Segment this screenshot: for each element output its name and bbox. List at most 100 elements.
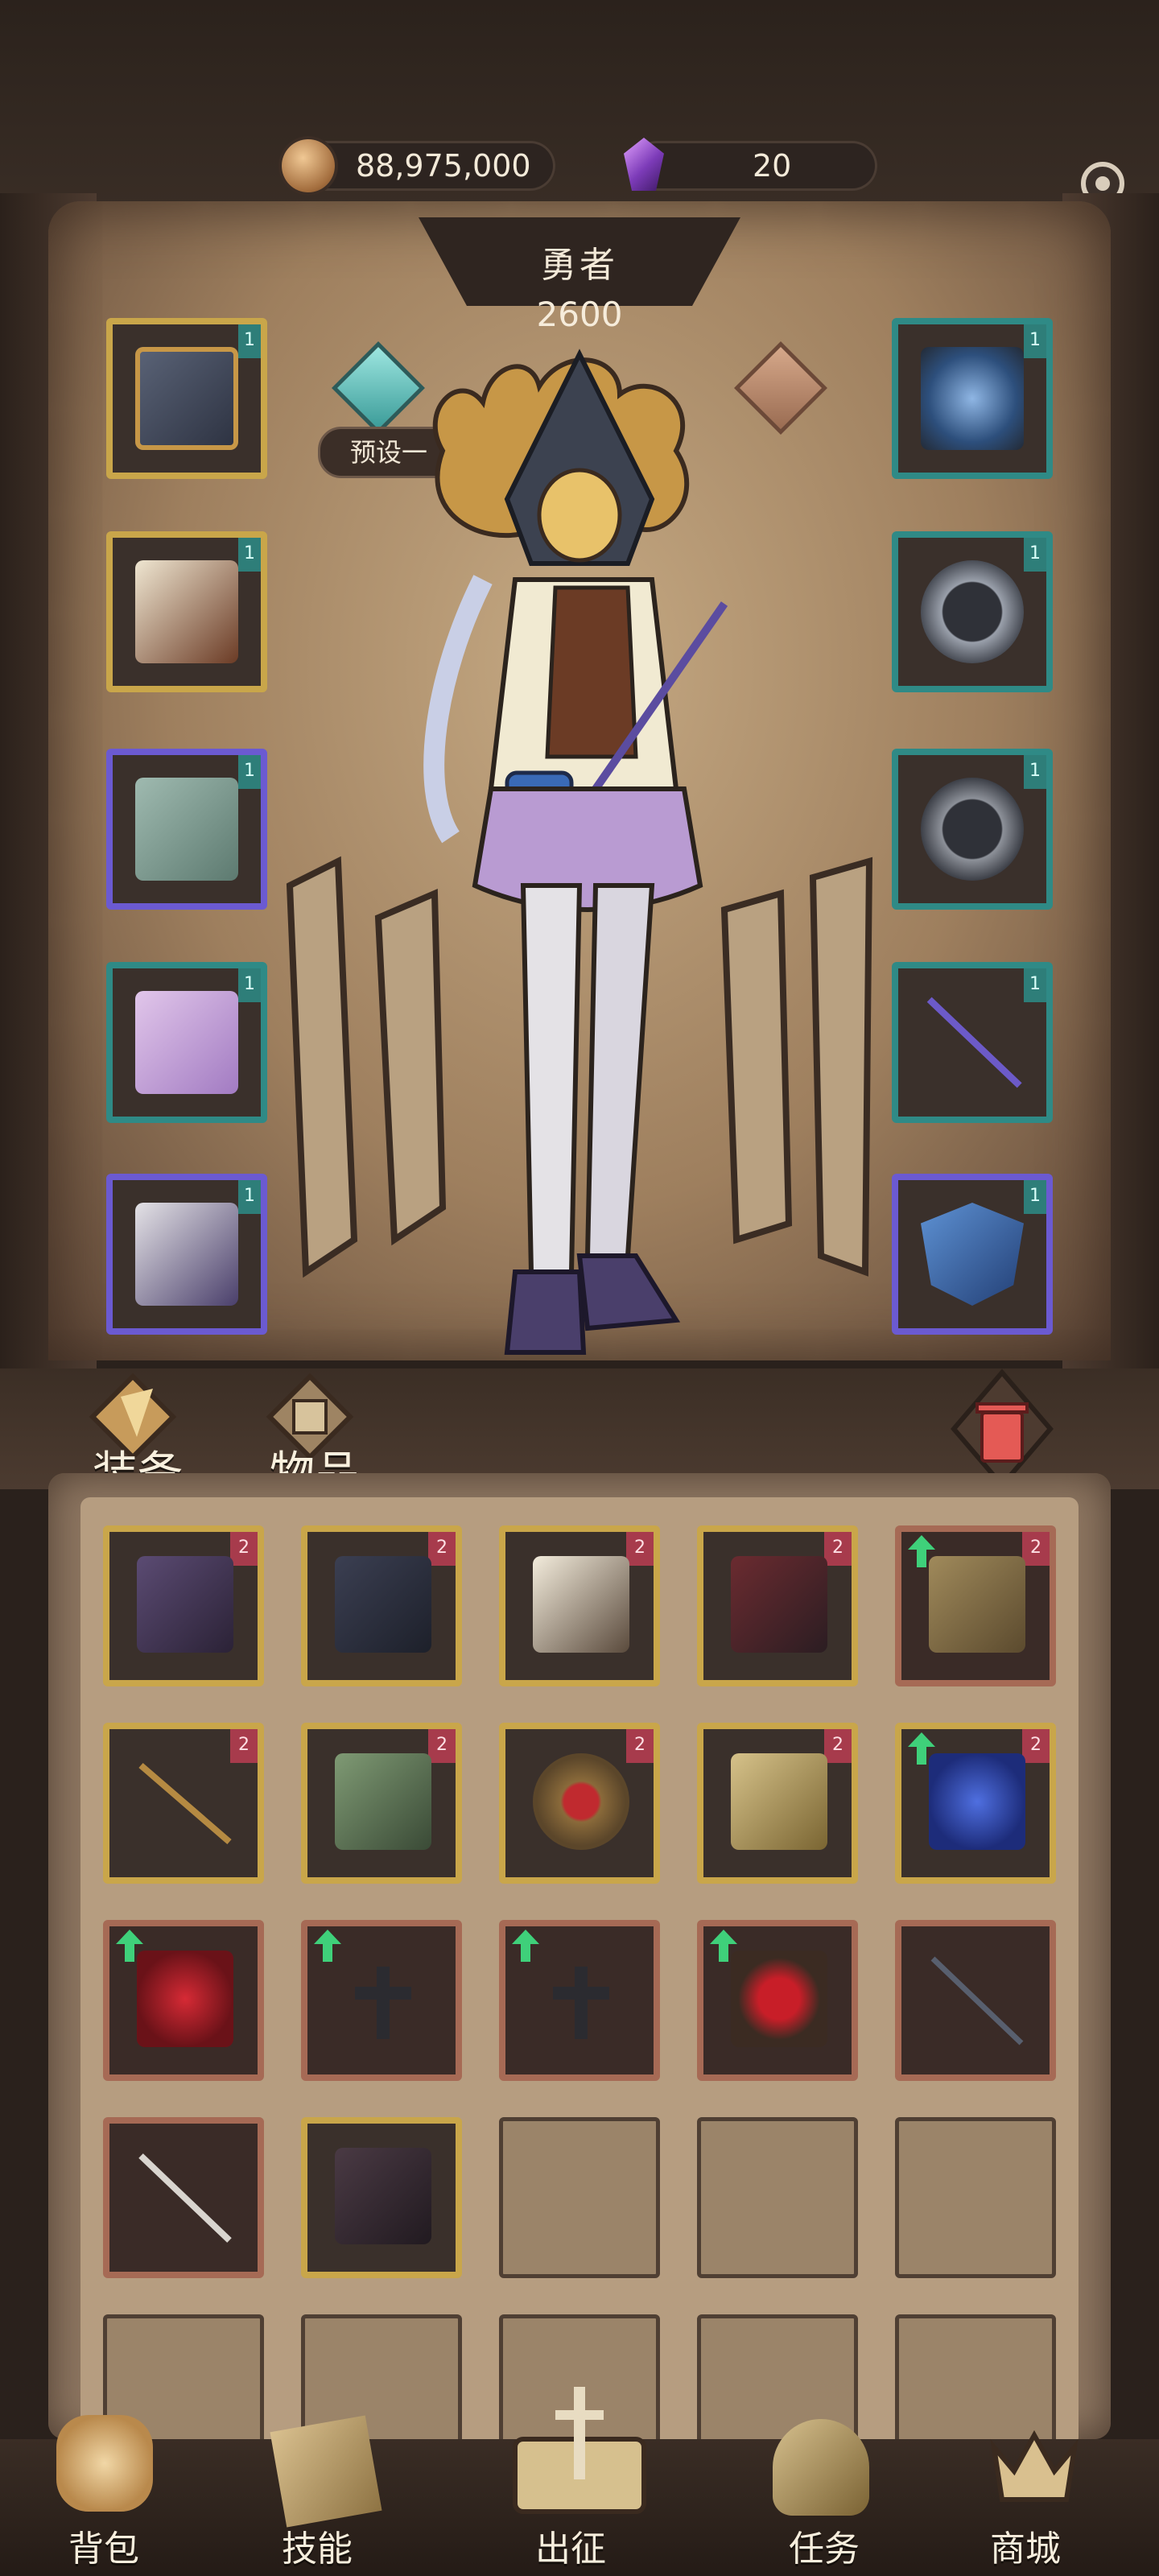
nav-label-tasks: 任务: [789, 2529, 860, 2570]
equip-level-flag: 1: [238, 1180, 261, 1214]
horn-icon: [773, 2419, 869, 2516]
crown-shop-icon: [990, 2429, 1079, 2502]
inventory-slot[interactable]: [301, 2117, 462, 2278]
nav-label-shop: 商城: [990, 2529, 1061, 2570]
red-cloak-icon: [731, 1556, 827, 1653]
necklace-icon: [921, 347, 1024, 450]
item-tier-tag: 2: [230, 1532, 258, 1566]
top-bar: [0, 0, 1159, 225]
inventory-slot[interactable]: 2: [301, 1525, 462, 1686]
ring-icon: [921, 778, 1024, 881]
item-tier-tag: 2: [824, 1532, 852, 1566]
cross-amulet-icon: [355, 1967, 411, 2039]
heart-sapphire-icon: [929, 1753, 1025, 1850]
nav-item-shop[interactable]: 商城: [966, 2407, 1103, 2576]
item-tier-tag: 2: [1022, 1729, 1050, 1763]
equip-slot-pants[interactable]: 1: [106, 962, 267, 1123]
inventory-slot-empty[interactable]: [499, 2117, 660, 2278]
hero-character: [423, 349, 728, 1355]
equip-level-flag: 1: [1024, 968, 1046, 1002]
inventory-slot[interactable]: [697, 1920, 858, 2081]
inventory-slot[interactable]: 2: [499, 1723, 660, 1884]
equip-slot-necklace[interactable]: 1: [892, 318, 1053, 479]
gauntlet-icon: [135, 778, 238, 881]
inventory-slot-empty[interactable]: [697, 2117, 858, 2278]
inventory-slot[interactable]: [499, 1920, 660, 2081]
gem-amount: 20: [753, 148, 792, 184]
trash-icon[interactable]: [950, 1368, 1054, 1489]
dark-dress-icon: [335, 1556, 431, 1653]
gold-coin-icon: [282, 139, 335, 192]
nav-label-expedition: 出征: [535, 2529, 606, 2570]
nav-label-bag: 背包: [68, 2529, 139, 2570]
inventory-slot[interactable]: 2: [499, 1525, 660, 1686]
white-armor-icon: [533, 1556, 629, 1653]
cross-amulet-icon: [553, 1967, 609, 2039]
inventory-slot[interactable]: [895, 1920, 1056, 2081]
equip-level-flag: 1: [1024, 324, 1046, 358]
leather-boots-icon: [929, 1556, 1025, 1653]
long-spear-icon: [138, 1762, 232, 1845]
skill-book-icon: [270, 2415, 382, 2528]
equip-slot-ring-1[interactable]: 1: [892, 531, 1053, 692]
inventory-slot[interactable]: 2: [103, 1723, 264, 1884]
dark-spear-icon: [930, 1956, 1024, 2046]
nav-item-expedition[interactable]: 出征: [483, 2375, 676, 2576]
backpack-icon: [56, 2415, 153, 2512]
nav-item-skills[interactable]: 技能: [258, 2407, 394, 2576]
green-armor-icon: [335, 1753, 431, 1850]
item-tier-tag: 2: [626, 1532, 654, 1566]
equip-level-flag: 1: [238, 755, 261, 789]
boots-icon: [135, 1203, 238, 1306]
inventory-slot[interactable]: 2: [697, 1525, 858, 1686]
nav-item-tasks[interactable]: 任务: [757, 2407, 893, 2576]
inventory-slot[interactable]: 2: [301, 1723, 462, 1884]
hood-icon: [135, 347, 238, 450]
ruby-pendant-icon: [731, 1951, 827, 2047]
equip-slot-gloves[interactable]: 1: [106, 749, 267, 910]
gem-pill[interactable]: 20: [624, 138, 877, 191]
inventory-slot[interactable]: 2: [895, 1723, 1056, 1884]
item-tier-tag: 2: [824, 1729, 852, 1763]
hero-power: 2600: [536, 295, 623, 334]
equip-level-flag: 1: [238, 324, 261, 358]
item-tier-tag: 2: [428, 1729, 456, 1763]
inventory-slot[interactable]: [103, 1920, 264, 2081]
equip-slot-shield[interactable]: 1: [892, 1174, 1053, 1335]
inventory-slot[interactable]: 2: [103, 1525, 264, 1686]
gold-pill[interactable]: 88,975,000: [282, 139, 555, 192]
heart-ruby-amulet-icon: [137, 1951, 233, 2047]
equip-slot-armor[interactable]: 1: [106, 531, 267, 692]
equip-slot-weapon[interactable]: 1: [892, 962, 1053, 1123]
gold-amount: 88,975,000: [356, 148, 531, 184]
equip-slot-boots[interactable]: 1: [106, 1174, 267, 1335]
item-tier-tag: 2: [230, 1729, 258, 1763]
equip-level-flag: 1: [1024, 538, 1046, 572]
hero-title: 勇者: [541, 245, 618, 286]
shield-icon: [921, 1203, 1024, 1306]
bone-wand-icon: [138, 2153, 232, 2243]
nav-label-skills: 技能: [282, 2529, 353, 2570]
wand-icon: [926, 997, 1022, 1088]
equip-level-flag: 1: [1024, 755, 1046, 789]
inventory-slot-empty[interactable]: [895, 2117, 1056, 2278]
lantern-helm-icon: [137, 1556, 233, 1653]
inventory-slot[interactable]: [103, 2117, 264, 2278]
inventory-slot[interactable]: 2: [895, 1525, 1056, 1686]
ring-icon: [921, 560, 1024, 663]
nav-item-bag[interactable]: 背包: [40, 2407, 177, 2576]
inventory-slot[interactable]: 2: [697, 1723, 858, 1884]
ruby-ring-icon: [533, 1753, 629, 1850]
equip-slot-ring-2[interactable]: 1: [892, 749, 1053, 910]
hero-title-plate: 勇者: [419, 217, 740, 306]
equip-level-flag: 1: [238, 968, 261, 1002]
inventory-slot[interactable]: [301, 1920, 462, 2081]
item-tier-tag: 2: [1022, 1532, 1050, 1566]
fist-gauntlet-icon: [731, 1753, 827, 1850]
torn-cloak-icon: [335, 2148, 431, 2244]
pants-icon: [135, 991, 238, 1094]
sword-map-icon: [513, 2387, 646, 2514]
equip-level-flag: 1: [238, 538, 261, 572]
equip-slot-head[interactable]: 1: [106, 318, 267, 479]
item-tier-tag: 2: [428, 1532, 456, 1566]
